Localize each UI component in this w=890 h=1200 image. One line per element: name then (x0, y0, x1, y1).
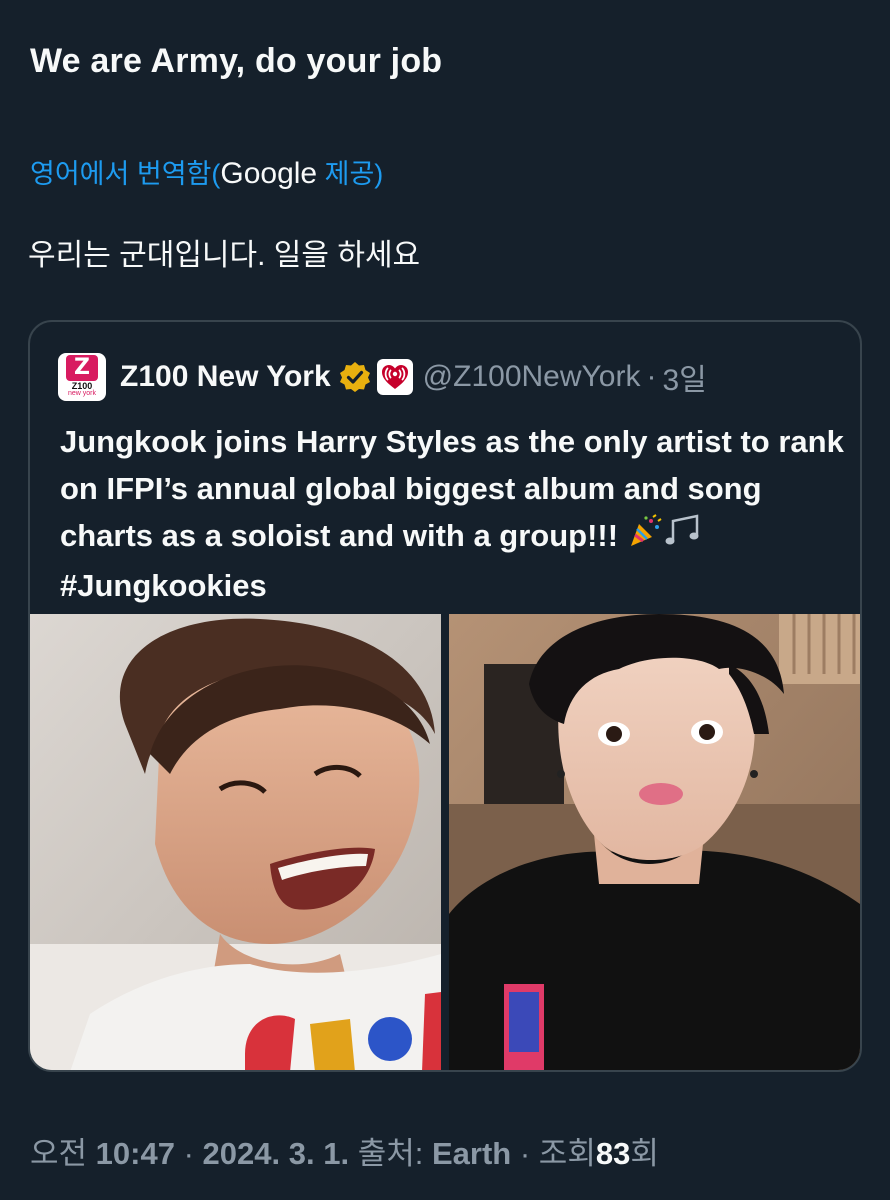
quote-media (30, 614, 860, 1070)
photo-jungkook[interactable] (449, 614, 860, 1070)
translated-from-link[interactable]: 영어에서 번역함(Google 제공) (30, 152, 383, 191)
photo-harry-styles[interactable] (30, 614, 441, 1070)
meta-separator-2: · (519, 1136, 531, 1171)
iheart-affiliate-icon (376, 359, 413, 395)
avatar-logo-mark: Z (66, 355, 98, 381)
translated-text: 우리는 군대입니다. 일을 하세요 (28, 239, 421, 272)
avatar-logo-city: new york (67, 390, 96, 397)
tweet-time[interactable]: 10:47 (96, 1136, 175, 1171)
source-label: 출처: (357, 1136, 424, 1171)
translate-provider: Google (220, 157, 318, 190)
quoted-tweet-card[interactable]: Z Z100 new york Z100 New York @Z100NewYo… (28, 320, 862, 1072)
display-name[interactable]: Z100 New York (120, 360, 331, 394)
quote-timestamp[interactable]: 3일 (662, 355, 706, 399)
meta-separator-1: · (183, 1136, 194, 1171)
views-suffix: 회 (630, 1136, 659, 1171)
verified-badge-icon (339, 362, 370, 392)
tweet-detail: We are Army, do your job 영어에서 번역함(Google… (0, 0, 890, 1200)
quote-body-text: Jungkook joins Harry Styles as the only … (60, 424, 844, 553)
avatar[interactable]: Z Z100 new york (58, 353, 106, 401)
hashtag-link[interactable]: #Jungkookies (60, 568, 267, 603)
views-count[interactable]: 83 (596, 1136, 630, 1171)
quote-body: Jungkook joins Harry Styles as the only … (60, 418, 850, 609)
music-notes-icon (663, 513, 703, 562)
translate-suffix: 제공) (317, 159, 384, 189)
time-prefix: 오전 (30, 1136, 88, 1171)
views-label: 조회 (538, 1136, 596, 1171)
tweet-date[interactable]: 2024. 3. 1. (203, 1136, 350, 1171)
tweet-text: We are Army, do your job (30, 42, 443, 80)
party-popper-icon (627, 513, 663, 562)
translate-prefix: 영어에서 번역함( (30, 159, 221, 189)
quote-header: Z Z100 new york Z100 New York @Z100NewYo… (58, 352, 707, 402)
tweet-source: Earth (431, 1136, 512, 1171)
handle[interactable]: @Z100NewYork (423, 360, 641, 394)
header-separator: · (646, 360, 657, 393)
tweet-meta: 오전 10:47 · 2024. 3. 1. 출처: Earth · 조회83회 (30, 1128, 659, 1173)
